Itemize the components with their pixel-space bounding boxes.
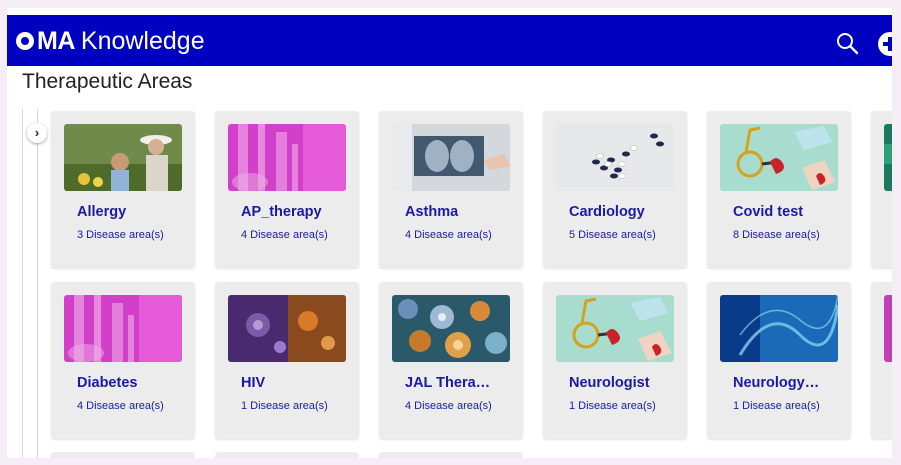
search-button[interactable] (836, 32, 860, 56)
card-count: 5 Disease area(s) (569, 229, 656, 241)
logo-mark-icon (16, 32, 34, 50)
card-image (228, 295, 346, 362)
card-stub (379, 452, 523, 458)
card-image (228, 124, 346, 191)
card-count: 4 Disease area(s) (77, 400, 164, 412)
logo-brand: MA (37, 26, 75, 55)
card-image (556, 295, 674, 362)
card-hiv[interactable]: HIV 1 Disease area(s) (215, 282, 359, 439)
search-icon (837, 33, 859, 55)
card-image (64, 295, 182, 362)
card-image (884, 295, 892, 362)
card-title: AP_therapy (241, 204, 322, 220)
card-title: Cardiology (569, 204, 645, 220)
card-image (392, 295, 510, 362)
card-image (720, 295, 838, 362)
card-diabetes[interactable]: Diabetes 4 Disease area(s) (51, 282, 195, 439)
card-allergy[interactable]: Allergy 3 Disease area(s) (51, 111, 195, 268)
card-count: 3 Disease area(s) (77, 229, 164, 241)
card-title: HIV (241, 375, 266, 391)
card-neurology[interactable]: Neurology… 1 Disease area(s) (707, 282, 851, 439)
card-title: Asthma (405, 204, 459, 220)
card-partial[interactable] (871, 282, 892, 439)
card-title: Neurology… (733, 375, 820, 391)
card-title: Neurologist (569, 375, 650, 391)
add-button[interactable] (878, 32, 892, 56)
card-count: 8 Disease area(s) (733, 229, 820, 241)
side-panel-rail (22, 109, 38, 458)
card-image (884, 124, 892, 191)
chevron-right-icon: › (34, 125, 40, 140)
card-image (392, 124, 510, 191)
card-stub (51, 452, 195, 458)
card-count: 1 Disease area(s) (241, 400, 328, 412)
card-title: Covid test (733, 204, 804, 220)
card-count: 4 Disease area(s) (241, 229, 328, 241)
card-image (556, 124, 674, 191)
card-count: 1 Disease area(s) (569, 400, 656, 412)
app-frame: MA Knowledge Therapeutic Areas › Allergy… (7, 8, 892, 458)
card-image (64, 124, 182, 191)
card-partial[interactable] (871, 111, 892, 268)
card-neurologist[interactable]: Neurologist 1 Disease area(s) (543, 282, 687, 439)
card-stub (215, 452, 359, 458)
card-ap-therapy[interactable]: AP_therapy 4 Disease area(s) (215, 111, 359, 268)
card-title: Allergy (77, 204, 127, 220)
card-jal-therapy[interactable]: JAL Thera… 4 Disease area(s) (379, 282, 523, 439)
card-image (720, 124, 838, 191)
top-bar: MA Knowledge (7, 15, 892, 66)
logo-app-name: Knowledge (80, 26, 205, 55)
card-count: 4 Disease area(s) (405, 400, 492, 412)
card-count: 4 Disease area(s) (405, 229, 492, 241)
card-asthma[interactable]: Asthma 4 Disease area(s) (379, 111, 523, 268)
card-covid-test[interactable]: Covid test 8 Disease area(s) (707, 111, 851, 268)
expand-panel-button[interactable]: › (27, 123, 47, 143)
app-logo[interactable]: MA Knowledge (16, 27, 205, 55)
page-title: Therapeutic Areas (22, 70, 193, 93)
card-count: 1 Disease area(s) (733, 400, 820, 412)
card-title: JAL Thera… (405, 375, 491, 391)
card-cardiology[interactable]: Cardiology 5 Disease area(s) (543, 111, 687, 268)
card-title: Diabetes (77, 375, 138, 391)
